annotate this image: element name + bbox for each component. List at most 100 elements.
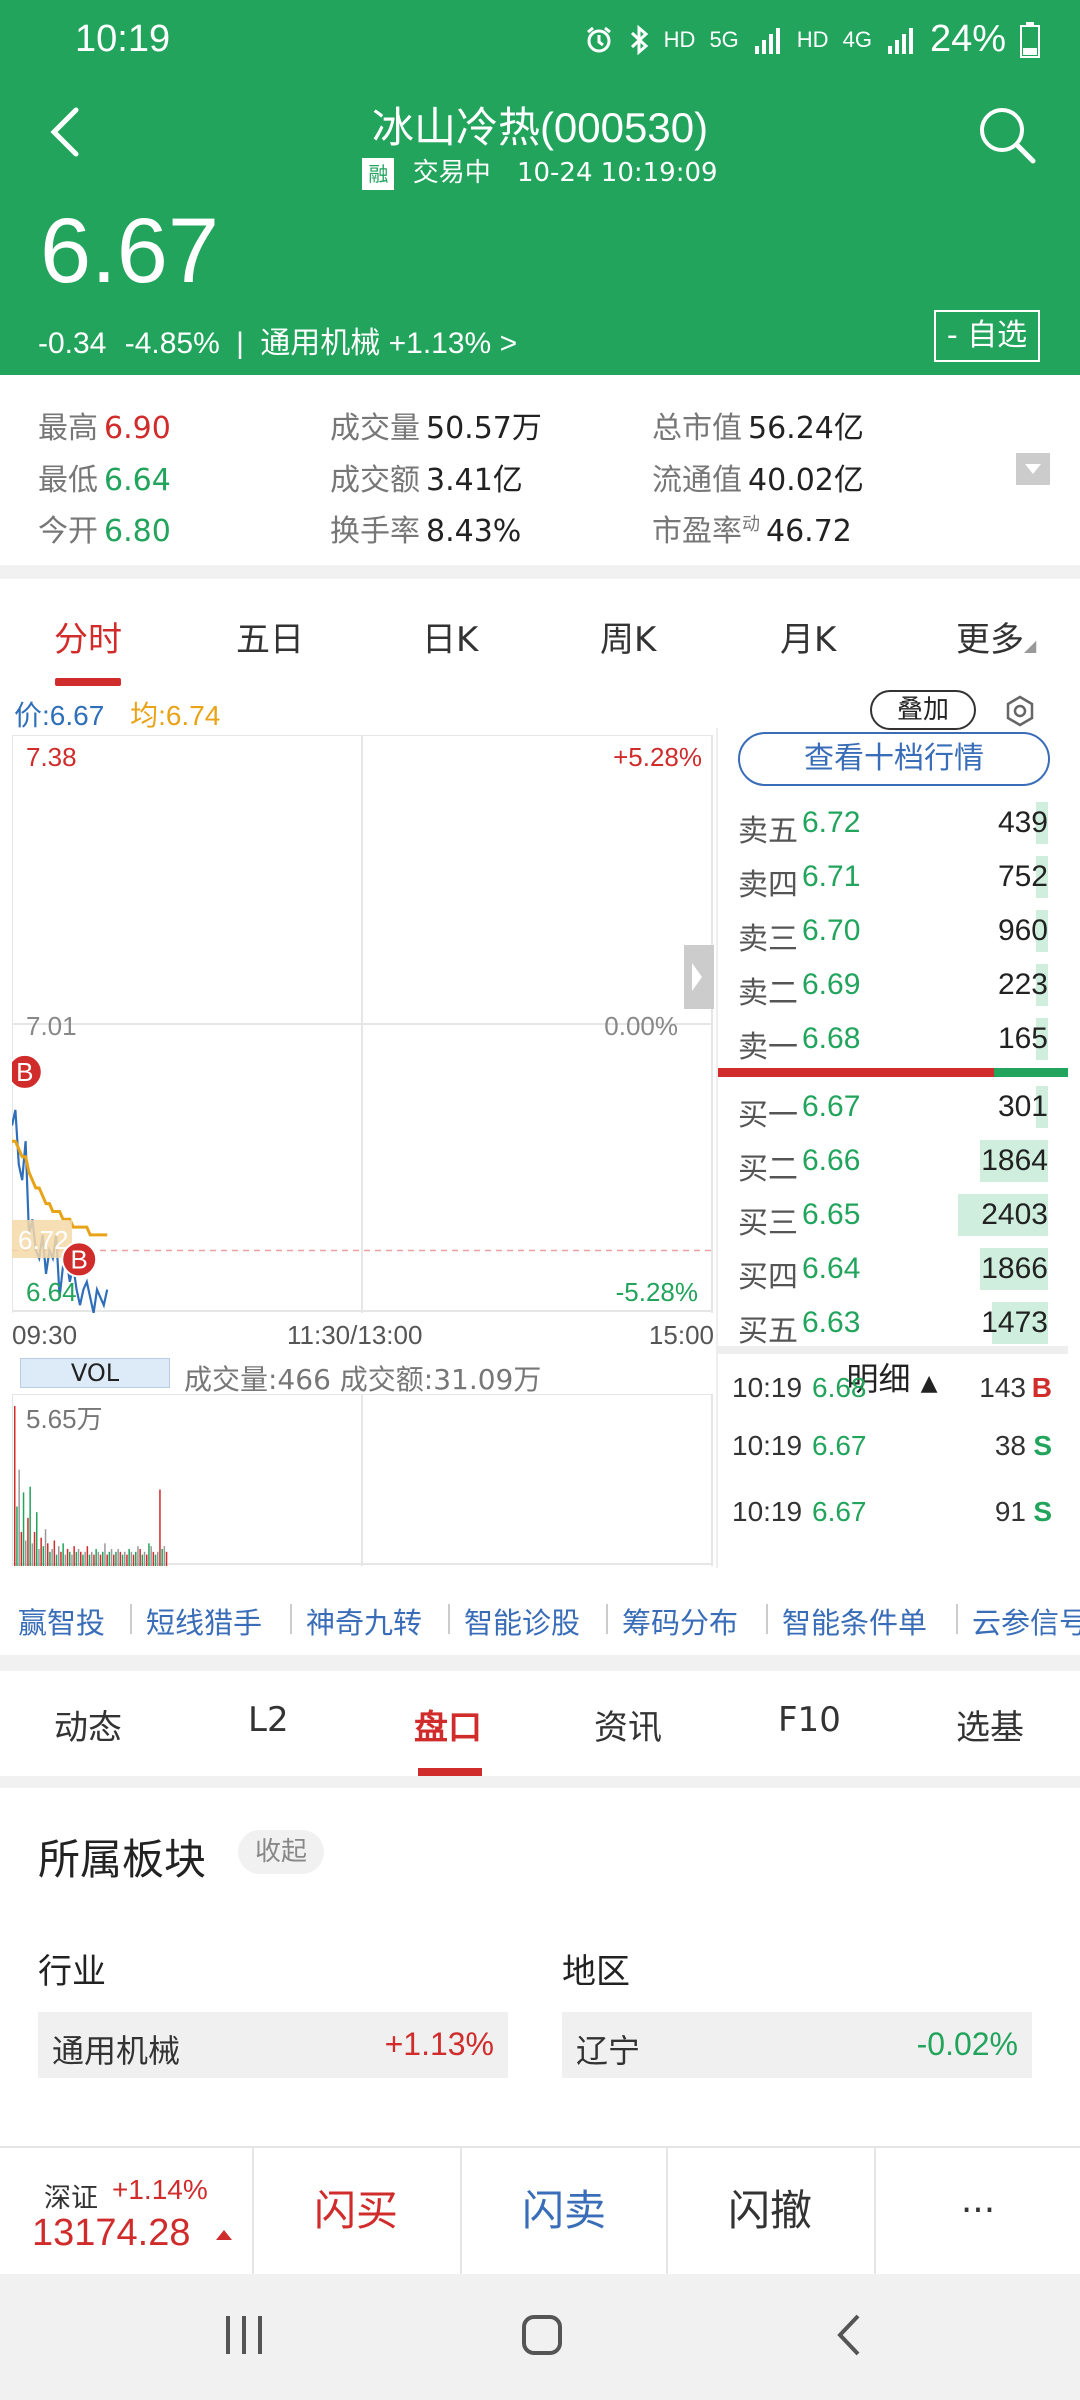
volume-bar	[20, 1532, 23, 1566]
volume-bar	[27, 1517, 29, 1566]
network-5g: 5G	[709, 26, 739, 52]
order-book-row[interactable]: 卖二 6.69 223	[738, 960, 1048, 1011]
overlay-button[interactable]: 叠加	[870, 690, 976, 730]
tab-underline	[55, 678, 121, 686]
tool-link[interactable]: 云参信号	[972, 1600, 1080, 1642]
divider	[0, 565, 1080, 579]
tab-more[interactable]: 更多◢	[956, 612, 1036, 661]
order-book-row[interactable]: 卖三 6.70 960	[738, 906, 1048, 957]
volume-bar	[33, 1532, 36, 1566]
collapse-book-handle[interactable]	[684, 945, 714, 1009]
tool-strip: 赢智投 短线猎手 神奇九转 智能诊股 筹码分布 智能条件单 云参信号	[0, 1590, 1080, 1648]
order-book-row[interactable]: 卖一 6.68 165	[738, 1014, 1048, 1065]
book-level-label: 卖二	[738, 976, 798, 1011]
tab-info[interactable]: 资讯	[594, 1700, 662, 1749]
tick-time: 10:19	[732, 1430, 803, 1461]
intraday-chart[interactable]: 7.38 7.01 6.64 +5.28% 0.00% -5.28% 6.72 …	[12, 735, 714, 1313]
order-book-row[interactable]: 买二 6.66 1864	[738, 1136, 1048, 1187]
tab-five-day[interactable]: 五日	[236, 612, 304, 661]
more-button[interactable]: ···	[874, 2148, 1080, 2274]
book-volume: 1864	[981, 1144, 1048, 1177]
book-level-label: 卖五	[738, 814, 798, 849]
tool-link[interactable]: 智能诊股	[464, 1600, 580, 1642]
tick-volume: 38	[994, 1430, 1026, 1461]
order-book-row[interactable]: 卖四 6.71 752	[738, 852, 1048, 903]
order-book-row[interactable]: 卖五 6.72 439	[738, 798, 1048, 849]
volume-bar	[51, 1549, 53, 1566]
buy-marker-label: B	[71, 1244, 88, 1274]
price-change: -0.34	[38, 327, 107, 360]
industry-sector-card[interactable]: 通用机械 +1.13%	[38, 2012, 508, 2078]
book-volume: 1473	[981, 1306, 1048, 1339]
book-volume: 439	[997, 806, 1048, 839]
tab-intraday[interactable]: 分时	[54, 612, 122, 661]
section-title: 所属板块	[38, 1835, 207, 1884]
trade-status: 交易中	[412, 158, 491, 188]
volume-bar	[104, 1543, 106, 1566]
tool-link[interactable]: 筹码分布	[622, 1600, 738, 1642]
bottom-tab-underline	[418, 1768, 482, 1776]
stat-market-cap: 总市值 56.24亿	[652, 411, 864, 446]
settings-hex-icon[interactable]	[1003, 694, 1037, 728]
volume-grid	[12, 1394, 713, 1566]
x-label-0930: 09:30	[12, 1320, 78, 1350]
volume-bar	[14, 1406, 16, 1566]
order-book-row[interactable]: 买一 6.67 301	[738, 1082, 1048, 1133]
sector-link[interactable]: 通用机械 +1.13% >	[260, 327, 517, 360]
tick-time: 10:19	[732, 1496, 803, 1527]
vol-indicator-button[interactable]: VOL	[20, 1358, 170, 1388]
volume-bar	[86, 1546, 89, 1566]
tool-link[interactable]: 短线猎手	[146, 1600, 262, 1642]
volume-bar	[113, 1554, 115, 1566]
book-volume: 752	[997, 860, 1048, 893]
collapse-button[interactable]: 收起	[238, 1830, 324, 1874]
tab-daily-k[interactable]: 日K	[422, 612, 478, 661]
volume-bar	[161, 1549, 163, 1566]
volume-chart[interactable]: 5.65万	[12, 1394, 714, 1566]
tab-level2[interactable]: L2	[248, 1700, 289, 1740]
volume-bar	[88, 1554, 91, 1566]
tab-weekly-k[interactable]: 周K	[600, 612, 656, 661]
recent-apps-icon[interactable]	[222, 2312, 266, 2358]
view-level10-button[interactable]: 查看十档行情	[738, 732, 1050, 786]
index-ticker[interactable]: 深证 +1.14% 13174.28	[0, 2148, 252, 2274]
stat-high: 最高 6.90	[38, 411, 171, 446]
tab-monthly-k[interactable]: 月K	[780, 612, 836, 661]
flash-sell-button[interactable]: 闪卖	[460, 2148, 666, 2274]
search-icon[interactable]	[974, 102, 1040, 168]
tab-news-feed[interactable]: 动态	[54, 1700, 122, 1749]
book-price: 6.72	[802, 806, 861, 839]
stat-low: 最低 6.64	[38, 463, 171, 498]
order-book-row[interactable]: 买三 6.65 2403	[738, 1190, 1048, 1241]
signal-icon-2	[887, 27, 913, 54]
hd-badge-2: HD	[796, 26, 829, 52]
tool-separator	[766, 1604, 768, 1634]
order-book-row[interactable]: 买五 6.63 1473	[738, 1298, 1048, 1349]
flash-buy-button[interactable]: 闪买	[252, 2148, 458, 2274]
chevron-right-icon: >	[499, 327, 518, 360]
region-sector-card[interactable]: 辽宁 -0.02%	[562, 2012, 1032, 2078]
volume-bar	[159, 1489, 161, 1566]
watchlist-button[interactable]: - 自选	[934, 310, 1040, 362]
tab-fund[interactable]: 选基	[956, 1700, 1024, 1749]
tab-f10[interactable]: F10	[778, 1700, 841, 1740]
network-4g: 4G	[842, 26, 872, 52]
region-label: 地区	[562, 1952, 630, 1992]
volume-bar	[80, 1551, 82, 1566]
expand-stats-button[interactable]	[1016, 453, 1050, 485]
book-level-label: 卖四	[738, 868, 798, 903]
tool-link[interactable]: 神奇九转	[306, 1600, 422, 1642]
vol-summary: 成交量:466 成交额:31.09万	[184, 1363, 542, 1396]
flash-cancel-button[interactable]: 闪撤	[666, 2148, 872, 2274]
volume-bar	[150, 1546, 152, 1566]
tool-link[interactable]: 赢智投	[18, 1600, 105, 1642]
tool-link[interactable]: 智能条件单	[782, 1600, 927, 1642]
index-value: 13174.28	[32, 2212, 191, 2254]
order-book-row[interactable]: 买四 6.64 1866	[738, 1244, 1048, 1295]
tick-side: S	[1033, 1430, 1052, 1461]
tab-handicap[interactable]: 盘口	[414, 1700, 482, 1749]
signal-icon	[754, 27, 780, 54]
back-nav-icon[interactable]	[828, 2312, 872, 2358]
home-icon[interactable]	[520, 2312, 564, 2358]
stat-turnover: 换手率 8.43%	[330, 514, 522, 549]
